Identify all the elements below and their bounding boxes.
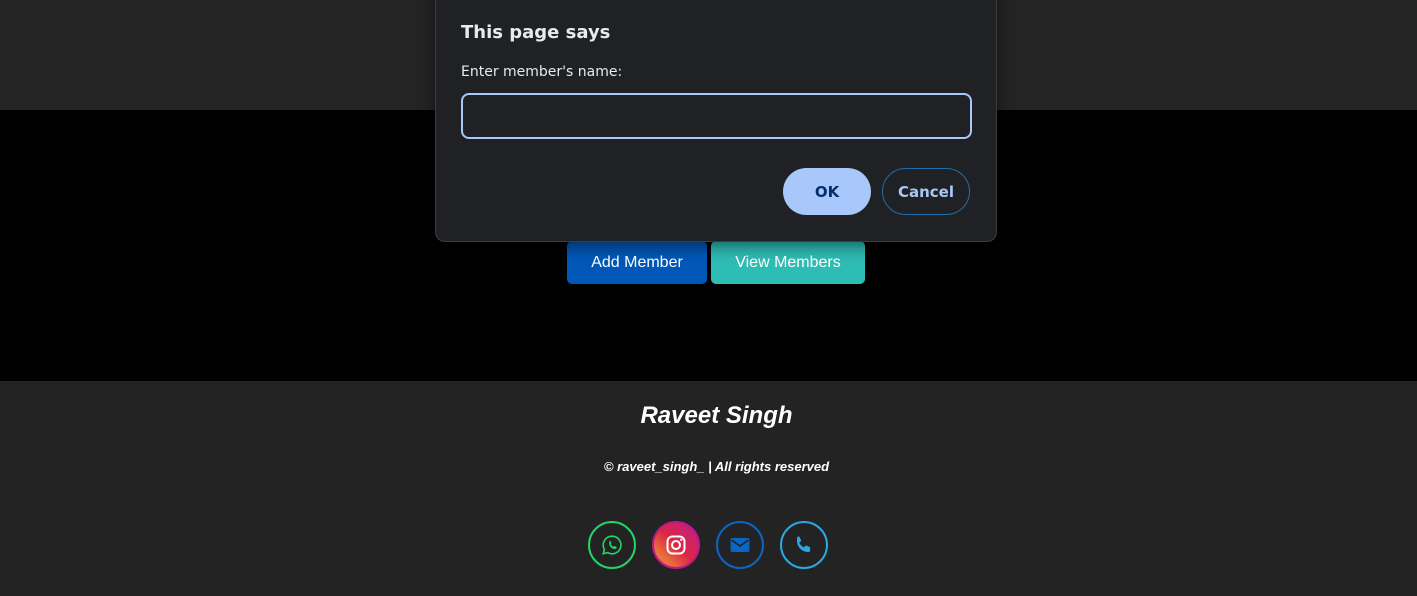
member-actions: Add Member View Members [567,241,865,284]
dialog-title: This page says [461,22,611,43]
footer-copyright: © raveet_singh_ | All rights reserved [603,459,830,474]
whatsapp-link[interactable] [588,521,636,569]
mail-icon [730,538,750,552]
instagram-icon [666,535,686,555]
whatsapp-icon [602,535,622,555]
ok-button[interactable]: OK [783,168,871,215]
phone-icon [797,536,811,552]
view-members-button[interactable]: View Members [711,241,865,284]
cancel-button[interactable]: Cancel [882,168,970,215]
mail-link[interactable] [716,521,764,569]
add-member-button[interactable]: Add Member [567,241,707,284]
footer: Raveet Singh © raveet_singh_ | All right… [0,381,1417,596]
phone-link[interactable] [780,521,828,569]
dialog-message: Enter member's name: [461,64,623,80]
footer-name: Raveet Singh [640,402,793,429]
prompt-dialog: This page says Enter member's name: OK C… [435,0,997,242]
member-name-input[interactable] [461,93,972,139]
instagram-link[interactable] [652,521,700,569]
social-links [588,521,828,569]
